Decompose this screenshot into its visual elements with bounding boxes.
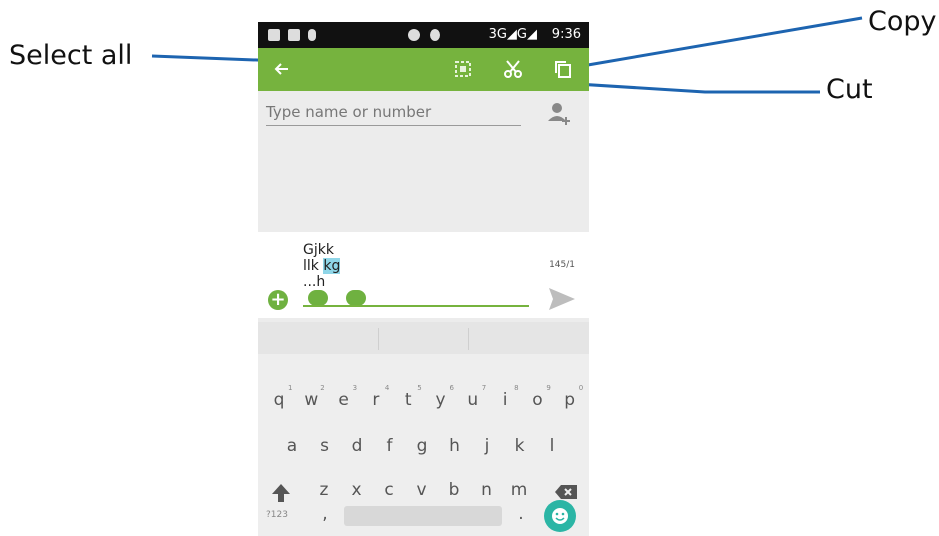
compose-area: + Gjkk llk kg ...h 145/1 <box>258 232 589 318</box>
vibrate-icon <box>408 29 420 41</box>
copy-button[interactable] <box>548 54 578 84</box>
key-k[interactable]: k <box>505 436 535 456</box>
suggestion-divider <box>378 328 379 350</box>
key-c[interactable]: c <box>374 480 404 500</box>
alarm-icon <box>430 29 440 41</box>
copy-icon <box>555 61 571 78</box>
key-q[interactable]: q <box>264 390 294 410</box>
key-g[interactable]: g <box>407 436 437 456</box>
add-contact-icon <box>548 103 570 125</box>
phone-screen: 3G◢G◢ 9:36 Type name or number + Gjkk ll… <box>258 22 589 536</box>
back-arrow-icon <box>274 63 288 75</box>
keyboard: q 1 w 2 e 3 r 4 t 5 y 6 u 7 i 8 o 9 p 0 a s d f g h j k l z x c v b n m ?123… <box>258 354 589 536</box>
suggestion-strip <box>258 322 589 354</box>
key-j[interactable]: j <box>472 436 502 456</box>
add-contact-button[interactable] <box>547 101 571 125</box>
select-all-button[interactable] <box>448 54 478 84</box>
callout-copy: Copy <box>868 6 937 37</box>
back-button[interactable] <box>266 54 296 84</box>
emoji-icon <box>552 508 568 524</box>
period-key[interactable]: . <box>506 504 536 524</box>
message-input[interactable]: Gjkk llk kg ...h <box>303 242 341 290</box>
usb-icon <box>308 29 316 41</box>
key-hint-number: 0 <box>578 384 584 392</box>
key-e[interactable]: e <box>329 390 359 410</box>
backspace-icon[interactable] <box>554 484 578 500</box>
key-x[interactable]: x <box>342 480 372 500</box>
key-r[interactable]: r <box>361 390 391 410</box>
key-f[interactable]: f <box>375 436 405 456</box>
message-line-3: ...h <box>303 274 326 290</box>
message-text: llk <box>303 258 324 274</box>
key-w[interactable]: w <box>296 390 326 410</box>
notification-icon <box>268 29 280 41</box>
callout-cut: Cut <box>826 74 873 105</box>
message-line-1: Gjkk <box>303 242 334 258</box>
select-all-icon <box>455 61 471 77</box>
key-v[interactable]: v <box>407 480 437 500</box>
key-hint-number: 7 <box>481 384 487 392</box>
message-line-2: llk kg <box>303 258 341 274</box>
key-i[interactable]: i <box>490 390 520 410</box>
contextual-action-bar <box>258 48 589 91</box>
key-d[interactable]: d <box>342 436 372 456</box>
key-t[interactable]: t <box>393 390 423 410</box>
recipient-bar: Type name or number <box>258 91 589 133</box>
copy-leader-line <box>581 16 863 68</box>
key-hint-number: 9 <box>546 384 551 392</box>
key-hint-number: 2 <box>320 384 325 392</box>
network-indicator: 3G◢G◢ <box>488 27 537 42</box>
key-h[interactable]: h <box>440 436 470 456</box>
key-s[interactable]: s <box>310 436 340 456</box>
selection-handle-left[interactable] <box>308 290 328 306</box>
key-a[interactable]: a <box>277 436 307 456</box>
cut-icon <box>504 60 522 78</box>
emoji-button[interactable] <box>544 500 576 532</box>
character-counter: 145/1 <box>549 260 575 270</box>
clock: 9:36 <box>551 27 581 42</box>
key-hint-number: 3 <box>352 384 358 392</box>
add-attachment-button[interactable]: + <box>268 290 288 310</box>
key-z[interactable]: z <box>309 480 339 500</box>
status-bar: 3G◢G◢ 9:36 <box>258 22 589 48</box>
space-key[interactable] <box>344 506 502 526</box>
input-underline <box>303 305 529 307</box>
selected-text: kg <box>323 258 341 274</box>
notification-icon <box>288 29 300 41</box>
key-y[interactable]: y <box>426 390 456 410</box>
key-p[interactable]: p <box>555 390 585 410</box>
send-button[interactable] <box>547 284 577 314</box>
key-b[interactable]: b <box>439 480 469 500</box>
selection-handle-right[interactable] <box>346 290 366 306</box>
key-hint-number: 6 <box>449 384 454 392</box>
suggestion-divider <box>468 328 469 350</box>
key-o[interactable]: o <box>522 390 552 410</box>
key-u[interactable]: u <box>458 390 488 410</box>
key-hint-number: 5 <box>417 384 422 392</box>
send-icon <box>549 288 575 310</box>
key-hint-number: 4 <box>384 384 390 392</box>
key-m[interactable]: m <box>504 480 534 500</box>
key-l[interactable]: l <box>537 436 567 456</box>
callout-select-all: Select all <box>9 40 133 71</box>
shift-icon[interactable] <box>270 482 292 504</box>
key-hint-number: 8 <box>514 384 519 392</box>
recipient-input[interactable]: Type name or number <box>266 103 521 126</box>
comma-key[interactable]: , <box>310 504 340 524</box>
add-attachment-icon: + <box>270 289 286 310</box>
symbols-key[interactable]: ?123 <box>262 510 292 520</box>
key-hint-number: 1 <box>288 384 293 392</box>
cut-button[interactable] <box>498 54 528 84</box>
key-n[interactable]: n <box>472 480 502 500</box>
